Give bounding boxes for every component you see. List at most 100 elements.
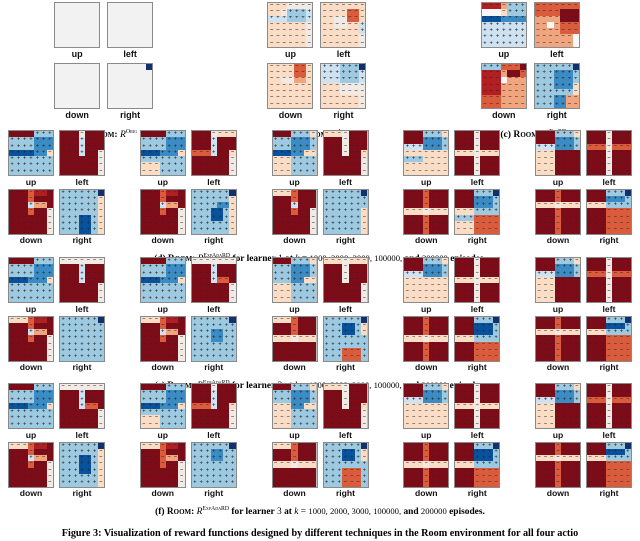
plus-symbol: +: [305, 265, 309, 269]
minus-symbol: −: [218, 271, 222, 275]
plus-symbol: +: [482, 190, 486, 194]
minus-symbol: −: [360, 96, 364, 101]
minus-symbol: −: [550, 343, 554, 347]
minus-symbol: −: [626, 271, 630, 275]
plus-symbol: +: [29, 297, 33, 301]
minus-symbol: −: [588, 265, 592, 269]
minus-symbol: −: [305, 317, 309, 321]
minus-symbol: −: [437, 290, 441, 294]
plus-symbol: +: [561, 65, 565, 70]
plus-symbol: +: [155, 284, 159, 288]
plus-symbol: +: [161, 138, 165, 142]
minus-symbol: −: [329, 10, 333, 15]
minus-symbol: −: [35, 317, 39, 321]
plus-symbol: +: [193, 228, 197, 232]
minus-symbol: −: [61, 157, 65, 161]
plus-symbol: +: [536, 71, 540, 76]
plus-symbol: +: [199, 343, 203, 347]
action-map-right: + + + + + + + + + + + + + + + + + + + + + + + + + + − + + + + + + − + + + + + −…: [534, 63, 580, 124]
minus-symbol: −: [282, 35, 286, 40]
minus-symbol: −: [193, 138, 197, 142]
plus-symbol: +: [199, 336, 203, 340]
plus-symbol: +: [567, 77, 571, 82]
plus-symbol: +: [10, 297, 14, 301]
plus-symbol: +: [431, 132, 435, 136]
minus-symbol: −: [360, 35, 364, 40]
minus-symbol: −: [431, 222, 435, 226]
plus-symbol: +: [325, 216, 329, 220]
minus-symbol: −: [224, 157, 228, 161]
minus-symbol: −: [193, 170, 197, 174]
minus-symbol: −: [348, 35, 352, 40]
minus-symbol: −: [457, 343, 461, 347]
minus-symbol: −: [437, 216, 441, 220]
minus-symbol: −: [537, 317, 541, 321]
reward-heatmap: + + + + + + + + + + + + + + + + + + + + + + + + + + + + + + + + + + + + + + + +…: [191, 316, 237, 362]
reward-heatmap: − − − − − − − − − − − − − − − − − − − − − − − − − − − − − − − − − − − − − − − −…: [535, 316, 581, 362]
minus-symbol: −: [286, 343, 290, 347]
minus-symbol: −: [463, 355, 467, 359]
minus-symbol: −: [299, 330, 303, 334]
plus-symbol: +: [323, 65, 327, 70]
minus-symbol: −: [286, 170, 290, 174]
plus-symbol: +: [305, 157, 309, 161]
plus-symbol: +: [61, 355, 65, 359]
minus-symbol: −: [148, 336, 152, 340]
plus-symbol: +: [173, 278, 177, 282]
minus-symbol: −: [443, 163, 447, 167]
minus-symbol: −: [307, 84, 311, 89]
minus-symbol: −: [363, 216, 367, 220]
minus-symbol: −: [305, 336, 309, 340]
plus-symbol: +: [142, 271, 146, 275]
plus-symbol: +: [331, 355, 335, 359]
plus-symbol: +: [350, 222, 354, 226]
plus-symbol: +: [199, 203, 203, 207]
minus-symbol: −: [607, 265, 611, 269]
minus-symbol: −: [544, 330, 548, 334]
minus-symbol: −: [344, 138, 348, 142]
plus-symbol: +: [68, 343, 72, 347]
plus-symbol: +: [562, 265, 566, 269]
plus-symbol: +: [86, 317, 90, 321]
minus-symbol: −: [363, 324, 367, 328]
minus-symbol: −: [224, 138, 228, 142]
plus-symbol: +: [363, 203, 367, 207]
minus-symbol: −: [494, 157, 498, 161]
minus-symbol: −: [613, 163, 617, 167]
minus-symbol: −: [418, 222, 422, 226]
minus-symbol: −: [363, 144, 367, 148]
minus-symbol: −: [180, 336, 184, 340]
minus-symbol: −: [344, 284, 348, 288]
minus-symbol: −: [406, 170, 410, 174]
minus-symbol: −: [193, 278, 197, 282]
action-map-down: − − − − − − − − − − − − − − − − − − − − − − − − − − − − − − − − − − − − − − − −…: [403, 316, 449, 375]
action-label-down: down: [152, 363, 174, 372]
minus-symbol: −: [595, 259, 599, 263]
minus-symbol: −: [556, 209, 560, 213]
minus-symbol: −: [270, 84, 274, 89]
plus-symbol: +: [29, 278, 33, 282]
minus-symbol: −: [286, 355, 290, 359]
minus-symbol: −: [544, 157, 548, 161]
minus-symbol: −: [312, 317, 316, 321]
heatmap-cell: −: [310, 227, 316, 233]
minus-symbol: −: [412, 222, 416, 226]
minus-symbol: −: [418, 151, 422, 155]
minus-symbol: −: [23, 336, 27, 340]
minus-symbol: −: [354, 84, 358, 89]
minus-symbol: −: [312, 349, 316, 353]
minus-symbol: −: [199, 271, 203, 275]
plus-symbol: +: [475, 197, 479, 201]
plus-symbol: +: [482, 336, 486, 340]
minus-symbol: −: [595, 265, 599, 269]
minus-symbol: −: [457, 203, 461, 207]
minus-symbol: −: [282, 4, 286, 9]
minus-symbol: −: [61, 132, 65, 136]
minus-symbol: −: [463, 138, 467, 142]
minus-symbol: −: [494, 132, 498, 136]
minus-symbol: −: [494, 151, 498, 155]
minus-symbol: −: [567, 23, 571, 28]
minus-symbol: −: [354, 10, 358, 15]
action-label-down: down: [415, 363, 437, 372]
plus-symbol: +: [206, 330, 210, 334]
